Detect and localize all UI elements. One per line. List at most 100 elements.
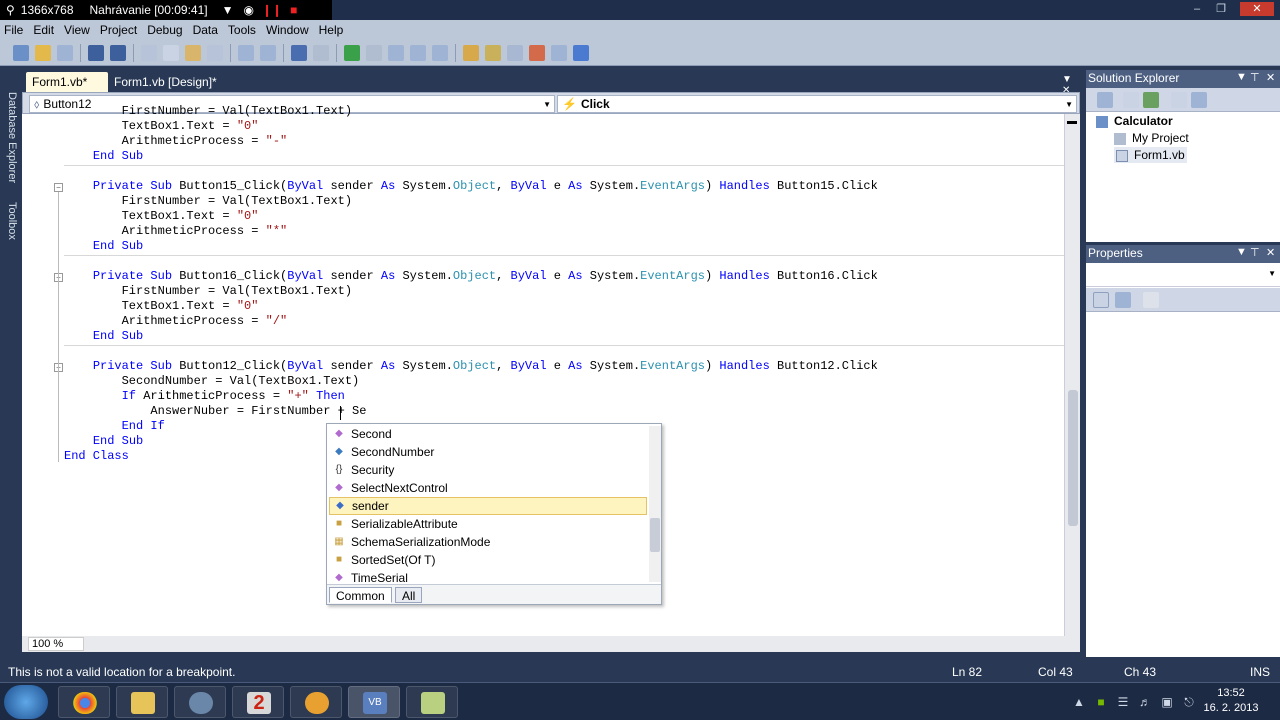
code-line[interactable]: FirstNumber = Val(TextBox1.Text)	[64, 284, 1064, 299]
network-tray-icon[interactable]: ☰	[1116, 695, 1130, 709]
categorized-icon[interactable]	[1093, 292, 1109, 308]
cut-icon[interactable]	[141, 44, 157, 61]
completion-scrollbar[interactable]	[649, 426, 661, 582]
view-code-icon[interactable]	[1171, 92, 1187, 108]
close-icon[interactable]: ✕	[1240, 2, 1274, 16]
code-line[interactable]: TextBox1.Text = "0"	[64, 299, 1064, 314]
taskbar-notepad[interactable]	[406, 686, 458, 718]
code-line[interactable]: End Sub	[64, 329, 1064, 344]
toolbox-tab[interactable]: Toolbox	[4, 202, 18, 240]
properties-icon[interactable]	[1097, 92, 1113, 108]
view-designer-icon[interactable]	[1191, 92, 1207, 108]
refresh-icon[interactable]	[1143, 92, 1159, 108]
solution-explorer-icon[interactable]	[463, 44, 479, 61]
editor-horizontal-scrollbar[interactable]	[22, 636, 1080, 652]
code-line[interactable]: Private Sub Button12_Click(ByVal sender …	[64, 359, 1064, 374]
start-page-icon[interactable]	[573, 44, 589, 61]
restore-icon[interactable]: ❐	[1210, 2, 1232, 16]
completion-item[interactable]: ■ SerializableAttribute	[329, 515, 647, 533]
stop-icon[interactable]: ■	[290, 3, 297, 17]
tray-arrow-icon[interactable]: ▲	[1072, 695, 1086, 709]
split-icon[interactable]: ▬	[1067, 116, 1077, 127]
code-line[interactable]	[64, 344, 1064, 359]
add-item-icon[interactable]	[57, 44, 73, 61]
redo-icon[interactable]	[313, 44, 329, 61]
menu-data[interactable]: Data	[193, 23, 218, 37]
usb-icon[interactable]: ⎋	[1182, 695, 1196, 709]
code-line[interactable]: TextBox1.Text = "0"	[64, 209, 1064, 224]
code-line[interactable]: Private Sub Button16_Click(ByVal sender …	[64, 269, 1064, 284]
tree-form1[interactable]: Form1.vb	[1114, 147, 1187, 163]
taskbar-recorder[interactable]	[290, 686, 342, 718]
collapse-icon[interactable]: −	[54, 183, 63, 192]
editor-vertical-scrollbar[interactable]: ▬	[1064, 114, 1080, 636]
toolbox-icon[interactable]	[507, 44, 523, 61]
dropdown-icon[interactable]: ▼	[222, 3, 234, 17]
completion-item[interactable]: ◆ SecondNumber	[329, 443, 647, 461]
code-line[interactable]: Private Sub Button15_Click(ByVal sender …	[64, 179, 1064, 194]
menu-debug[interactable]: Debug	[147, 23, 182, 37]
scroll-thumb[interactable]	[1068, 390, 1078, 526]
save-all-icon[interactable]	[110, 44, 126, 61]
code-line[interactable]: FirstNumber = Val(TextBox1.Text)	[64, 194, 1064, 209]
monitor-icon[interactable]: ▣	[1160, 695, 1174, 709]
editor-gutter[interactable]	[22, 114, 56, 636]
taskbar-chrome[interactable]	[58, 686, 110, 718]
volume-icon[interactable]: ♬	[1138, 695, 1152, 709]
autohide-icon[interactable]: ⊤	[1250, 246, 1260, 259]
step-icon[interactable]	[366, 44, 382, 61]
completion-item[interactable]: ▦ SchemaSerializationMode	[329, 533, 647, 551]
menu-view[interactable]: View	[64, 23, 90, 37]
menu-project[interactable]: Project	[100, 23, 137, 37]
code-line[interactable]: End Sub	[64, 239, 1064, 254]
start-button[interactable]	[4, 685, 48, 719]
tab-form1-code[interactable]: Form1.vb* ✕	[26, 72, 108, 103]
tree-my-project[interactable]: My Project	[1114, 131, 1189, 145]
step-over-icon[interactable]	[410, 44, 426, 61]
tab-form1-design[interactable]: Form1.vb [Design]*	[108, 72, 228, 92]
object-selector[interactable]: ▼	[1086, 265, 1280, 287]
minimize-icon[interactable]: –	[1186, 2, 1208, 16]
code-line[interactable]: If ArithmeticProcess = "+" Then	[64, 389, 1064, 404]
find-icon[interactable]	[207, 44, 223, 61]
completion-item[interactable]: {} Security	[329, 461, 647, 479]
property-pages-icon[interactable]	[1143, 292, 1159, 308]
code-line[interactable]: SecondNumber = Val(TextBox1.Text)	[64, 374, 1064, 389]
completion-item[interactable]: ◆ Second	[329, 425, 647, 443]
save-icon[interactable]	[88, 44, 104, 61]
undo-icon[interactable]	[291, 44, 307, 61]
menu-help[interactable]: Help	[319, 23, 344, 37]
taskbar-explorer[interactable]	[116, 686, 168, 718]
open-file-icon[interactable]	[35, 44, 51, 61]
pause-icon[interactable]: ❙❙	[262, 3, 282, 17]
menu-tools[interactable]: Tools	[228, 23, 256, 37]
code-line[interactable]	[64, 164, 1064, 179]
zoom-level[interactable]: 100 %	[28, 637, 84, 651]
show-all-files-icon[interactable]	[1123, 92, 1139, 108]
menu-window[interactable]: Window	[266, 23, 309, 37]
taskbar-media[interactable]	[174, 686, 226, 718]
pin-icon[interactable]: ▼	[1236, 71, 1247, 83]
system-clock[interactable]: 13:52 16. 2. 2013	[1196, 686, 1266, 716]
error-list-icon[interactable]	[551, 44, 567, 61]
code-line[interactable]: ArithmeticProcess = "/"	[64, 314, 1064, 329]
code-line[interactable]: AnswerNuber = FirstNumber + Se	[64, 404, 1064, 419]
tree-solution[interactable]: Calculator	[1096, 114, 1173, 128]
intellisense-popup[interactable]: ◆ Second ◆ SecondNumber {} Security ◆ SelectNex…	[326, 423, 662, 605]
tab-common[interactable]: Common	[329, 587, 392, 603]
database-explorer-tab[interactable]: Database Explorer	[4, 92, 18, 183]
code-line[interactable]: ArithmeticProcess = "*"	[64, 224, 1064, 239]
copy-icon[interactable]	[163, 44, 179, 61]
menu-file[interactable]: File	[4, 23, 23, 37]
object-browser-icon[interactable]	[529, 44, 545, 61]
taskbar-app2[interactable]: 2	[232, 686, 284, 718]
close-panel-icon[interactable]: ✕	[1266, 71, 1275, 84]
autohide-icon[interactable]: ⊤	[1250, 71, 1260, 84]
code-line[interactable]: FirstNumber = Val(TextBox1.Text)	[64, 104, 1064, 119]
camera-icon[interactable]: ◉	[244, 3, 254, 17]
completion-item[interactable]: ◆ sender	[329, 497, 647, 515]
code-line[interactable]	[64, 254, 1064, 269]
alphabetical-icon[interactable]	[1115, 292, 1131, 308]
uncomment-icon[interactable]	[260, 44, 276, 61]
close-panel-icon[interactable]: ✕	[1266, 246, 1275, 259]
